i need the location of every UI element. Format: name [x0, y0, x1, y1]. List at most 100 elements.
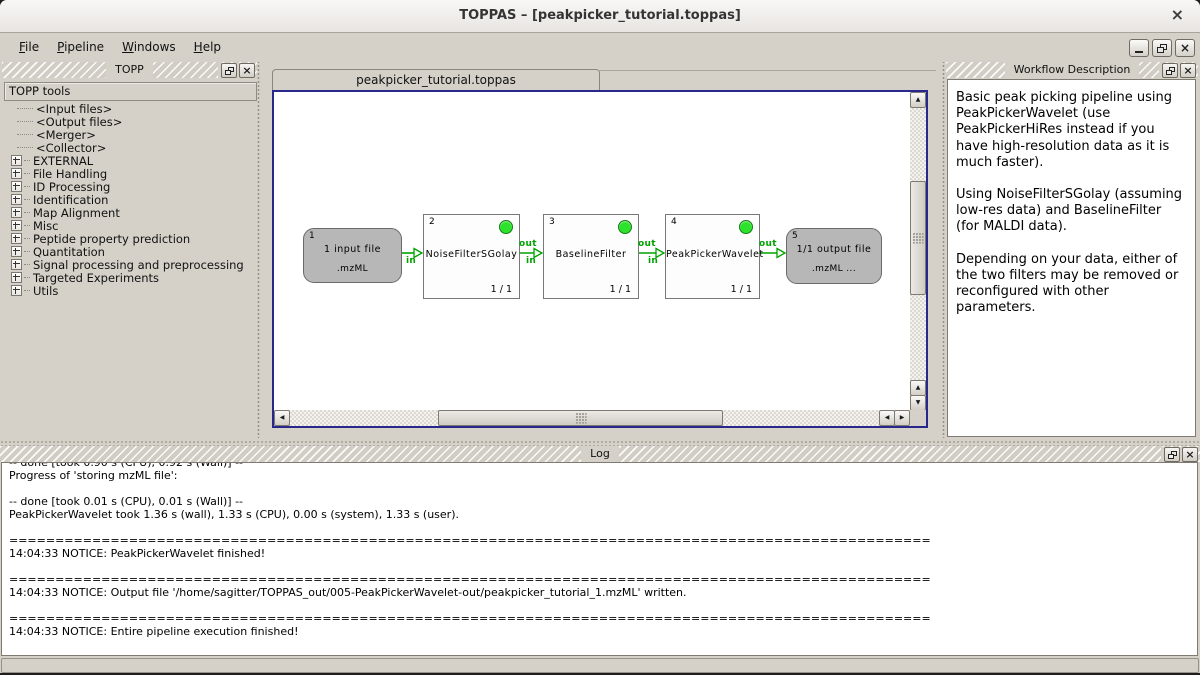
- edge-out-label: out: [519, 239, 537, 249]
- tree-branch: [24, 251, 30, 253]
- tree-item-merger[interactable]: <Merger>: [4, 128, 252, 141]
- tree-branch: [24, 225, 30, 227]
- tree-item-outputfiles[interactable]: <Output files>: [4, 115, 252, 128]
- topp-tree: <Input files><Output files><Merger><Coll…: [4, 102, 252, 297]
- tree-item-mapalignment[interactable]: Map Alignment: [4, 206, 252, 219]
- node-1-1-output-file[interactable]: 51/1 output file.mzML ...: [786, 228, 882, 284]
- log-line: [2, 521, 1197, 534]
- node-filetype: .mzML: [304, 264, 401, 274]
- node-peakpickerwavelet[interactable]: 4PeakPickerWavelet1 / 1: [665, 214, 760, 299]
- scroll-left-button-2[interactable]: ◀: [879, 410, 895, 426]
- expand-icon[interactable]: [11, 207, 22, 218]
- expand-icon[interactable]: [11, 194, 22, 205]
- log-line: PeakPickerWavelet took 1.36 s (wall), 1.…: [2, 508, 1197, 521]
- tree-item-label: Identification: [33, 193, 108, 207]
- tree-item-label: <Output files>: [36, 115, 122, 129]
- log-line: [2, 482, 1197, 495]
- workflow-canvas: 11 input file.mzML 2NoiseFilterSGolay1 / …: [272, 90, 928, 428]
- log-line: Progress of 'storing mzML file':: [2, 469, 1197, 482]
- tree-item-inputfiles[interactable]: <Input files>: [4, 102, 252, 115]
- tree-item-quantitation[interactable]: Quantitation: [4, 245, 252, 258]
- node-title: 1/1 output file: [787, 244, 881, 255]
- expand-icon[interactable]: [11, 181, 22, 192]
- horizontal-scroll-thumb[interactable]: [438, 410, 723, 426]
- tree-item-external[interactable]: EXTERNAL: [4, 154, 252, 167]
- expand-icon[interactable]: [11, 220, 22, 231]
- status-green-icon: [618, 220, 632, 234]
- log-dock-float-button[interactable]: [1164, 447, 1180, 462]
- workflow-draw-area[interactable]: 11 input file.mzML 2NoiseFilterSGolay1 / …: [274, 92, 910, 410]
- tree-item-misc[interactable]: Misc: [4, 219, 252, 232]
- scroll-left-button[interactable]: ◀: [274, 410, 290, 426]
- menu-items: FilePipelineWindowsHelp: [10, 37, 230, 57]
- expand-icon[interactable]: [11, 155, 22, 166]
- tree-item-label: Signal processing and preprocessing: [33, 258, 244, 272]
- scroll-up-button-2[interactable]: ▲: [910, 380, 926, 396]
- tree-item-identification[interactable]: Identification: [4, 193, 252, 206]
- node-noisefiltersgolay[interactable]: 2NoiseFilterSGolay1 / 1: [423, 214, 520, 299]
- expand-icon[interactable]: [11, 168, 22, 179]
- scroll-up-button[interactable]: ▲: [910, 92, 926, 108]
- description-paragraph: Depending on your data, either of the tw…: [956, 252, 1187, 317]
- log-line: -- done [took 0.90 s (CPU), 0.92 s (Wall…: [2, 462, 1197, 469]
- log-line: [2, 599, 1197, 612]
- float-icon: [225, 67, 234, 75]
- tree-branch: [24, 173, 30, 175]
- mdi-close-button[interactable]: ×: [1175, 39, 1195, 57]
- tree-branch: [17, 147, 33, 149]
- tree-item-peptidepropertyprediction[interactable]: Peptide property prediction: [4, 232, 252, 245]
- arrow-left-icon: ◀: [280, 415, 285, 421]
- vertical-scroll-thumb[interactable]: [910, 181, 926, 295]
- description-paragraph: Using NoiseFilterSGolay (assuming low-re…: [956, 187, 1187, 236]
- edge-in-label: in: [406, 256, 416, 266]
- tree-item-label: ID Processing: [33, 180, 110, 194]
- mdi-restore-button[interactable]: [1152, 39, 1172, 57]
- log-line: 14:04:33 NOTICE: Entire pipeline executi…: [2, 625, 1197, 638]
- log-line: ========================================…: [2, 573, 1197, 586]
- expand-icon[interactable]: [11, 259, 22, 270]
- tree-item-label: Map Alignment: [33, 206, 120, 220]
- expand-icon[interactable]: [11, 246, 22, 257]
- arrow-down-icon: ▼: [916, 400, 921, 406]
- node-1-input-file[interactable]: 11 input file.mzML: [303, 228, 402, 283]
- description-dock-float-button[interactable]: [1162, 63, 1178, 78]
- right-splitter-handle[interactable]: [941, 62, 946, 438]
- tab-peakpicker-tutorial[interactable]: peakpicker_tutorial.toppas: [272, 69, 600, 91]
- tree-item-targetedexperiments[interactable]: Targeted Experiments: [4, 271, 252, 284]
- tree-branch: [24, 290, 30, 292]
- restore-icon: [1157, 44, 1167, 53]
- node-progress: 1 / 1: [610, 284, 631, 295]
- menu-windows[interactable]: Windows: [113, 37, 185, 57]
- canvas-horizontal-scrollbar[interactable]: ◀ ◀ ▶: [274, 410, 910, 426]
- scroll-right-button[interactable]: ▶: [894, 410, 910, 426]
- topp-dock-float-button[interactable]: [221, 63, 237, 78]
- tree-item-label: <Merger>: [36, 128, 96, 142]
- description-dock-close-button[interactable]: ×: [1180, 63, 1196, 78]
- node-baselinefilter[interactable]: 3BaselineFilter1 / 1: [543, 214, 639, 299]
- tree-item-idprocessing[interactable]: ID Processing: [4, 180, 252, 193]
- tree-item-signalprocessingandpreprocessing[interactable]: Signal processing and preprocessing: [4, 258, 252, 271]
- canvas-vertical-scrollbar[interactable]: ▲ ▲ ▼: [910, 92, 926, 410]
- window-close-icon[interactable]: ×: [1171, 5, 1184, 24]
- menu-file[interactable]: File: [10, 37, 48, 57]
- tree-item-filehandling[interactable]: File Handling: [4, 167, 252, 180]
- menu-bar: FilePipelineWindowsHelp ×: [0, 33, 1200, 61]
- tree-item-utils[interactable]: Utils: [4, 284, 252, 297]
- arrow-left-icon: ◀: [885, 415, 890, 421]
- left-splitter-handle[interactable]: [256, 62, 261, 438]
- menu-help[interactable]: Help: [185, 37, 230, 57]
- expand-icon[interactable]: [11, 233, 22, 244]
- log-dock-close-button[interactable]: ×: [1182, 447, 1198, 462]
- arrow-up-icon: ▲: [916, 385, 921, 391]
- expand-icon[interactable]: [11, 272, 22, 283]
- node-title: BaselineFilter: [544, 249, 638, 260]
- edge-in-label: in: [648, 256, 658, 266]
- scroll-down-button[interactable]: ▼: [910, 395, 926, 411]
- mdi-minimize-button[interactable]: [1129, 39, 1149, 57]
- topp-dock-close-button[interactable]: ×: [239, 63, 255, 78]
- workflow-description-text: Basic peak picking pipeline using PeakPi…: [947, 79, 1196, 437]
- expand-icon[interactable]: [11, 285, 22, 296]
- tree-item-collector[interactable]: <Collector>: [4, 141, 252, 154]
- menu-pipeline[interactable]: Pipeline: [48, 37, 113, 57]
- log-dock-title: Log: [581, 446, 619, 462]
